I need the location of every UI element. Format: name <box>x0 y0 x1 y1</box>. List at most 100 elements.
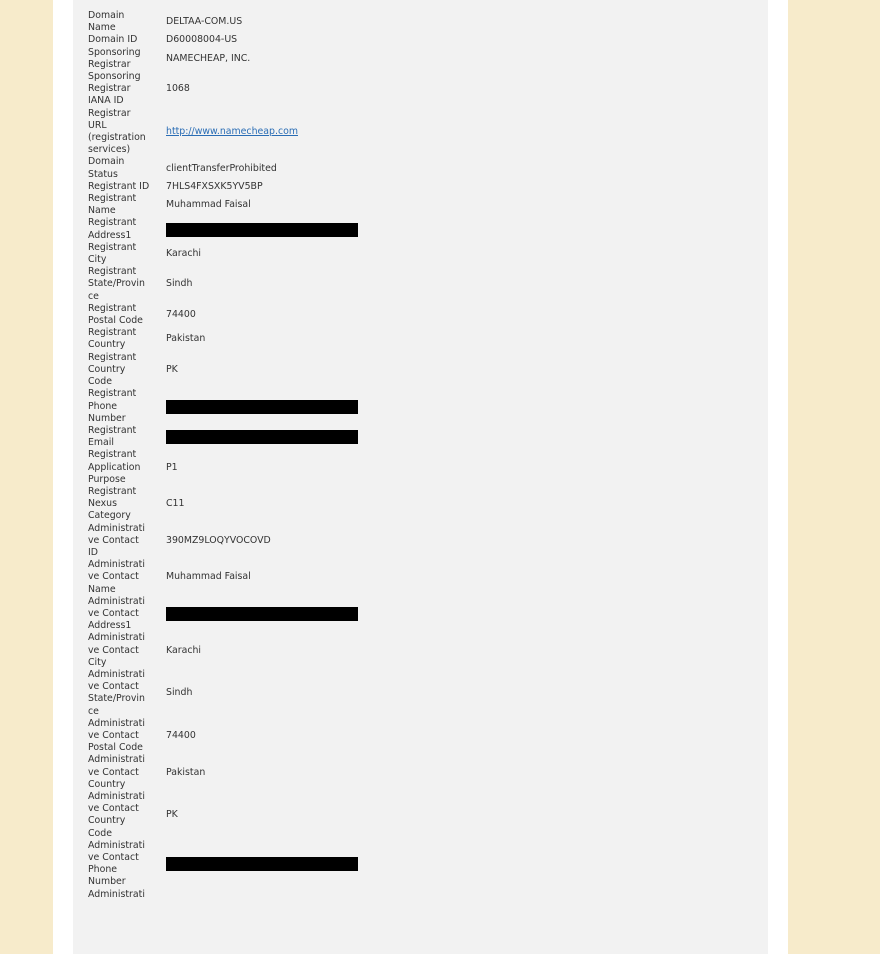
field-value-text: 74400 <box>166 308 196 320</box>
field-label-line: Country <box>88 815 126 827</box>
field-label-line: Postal Code <box>88 315 143 327</box>
field-value: 74400 <box>166 718 358 755</box>
field-label-line: Administrati <box>88 522 145 534</box>
field-value: Sindh <box>166 669 358 718</box>
field-label: Domain ID <box>88 34 166 46</box>
field-label: Administrati ve Contact State/Provin ce <box>88 669 166 718</box>
field-label-line: Code <box>88 827 113 839</box>
field-label-line: ve Contact <box>88 607 139 619</box>
field-label: Sponsoring Registrar IANA ID <box>88 71 166 108</box>
field-label-line: Registrant <box>88 388 137 400</box>
whois-row: Registrant ID 7HLS4FXSXK5YV5BP <box>88 181 358 193</box>
field-label-line: Administrati <box>88 668 145 680</box>
whois-row: Registrant Address1 <box>88 217 358 241</box>
whois-row: Registrant City Karachi <box>88 242 358 266</box>
whois-row: Domain Name DELTAA-COM.US <box>88 10 358 34</box>
field-value-text: Sindh <box>166 687 193 699</box>
field-label: Administrati <box>88 889 166 901</box>
whois-row: Administrati ve Contact Phone Number <box>88 840 358 889</box>
field-label-line: Registrant <box>88 449 137 461</box>
field-value-text: Pakistan <box>166 333 206 345</box>
field-label: Administrati ve Contact City <box>88 632 166 669</box>
whois-row: Sponsoring Registrar IANA ID 1068 <box>88 71 358 108</box>
field-label-line: ve Contact <box>88 852 139 864</box>
whois-row: Registrant Name Muhammad Faisal <box>88 193 358 217</box>
redaction-bar <box>166 222 358 237</box>
field-label-line: ce <box>88 290 99 302</box>
field-label: Administrati ve Contact Address1 <box>88 596 166 633</box>
field-label-line: ID <box>88 546 98 558</box>
field-label-line: ve Contact <box>88 681 139 693</box>
field-label-line: Registrar <box>88 58 131 70</box>
field-label-line: ve Contact <box>88 571 139 583</box>
field-value-text: Pakistan <box>166 766 206 778</box>
field-value: Sindh <box>166 266 358 303</box>
field-label-line: Registrant <box>88 485 137 497</box>
whois-row: Administrati ve Contact ID 390MZ9LOQYVOCOVD <box>88 523 358 560</box>
whois-row: Registrar URL (registration services) http:/… <box>88 108 358 157</box>
whois-record-table: Domain Name DELTAA-COM.US Domain ID D6000800… <box>88 10 358 901</box>
whois-row: Domain Status clientTransferProhibited <box>88 156 358 180</box>
field-label-line: Country <box>88 778 126 790</box>
field-label-line: Domain <box>88 10 125 21</box>
field-value: 390MZ9LOQYVOCOVD <box>166 523 358 560</box>
field-label-line: Administrati <box>88 632 145 644</box>
field-value: PK <box>166 352 358 389</box>
field-label-line: services) <box>88 144 131 156</box>
field-label-line: Phone <box>88 864 118 876</box>
field-label: Administrati ve Contact Postal Code <box>88 718 166 755</box>
field-value: Muhammad Faisal <box>166 559 358 596</box>
whois-row: Sponsoring Registrar NAMECHEAP, INC. <box>88 47 358 71</box>
field-value: P1 <box>166 449 358 486</box>
whois-row: Administrati ve Contact Country Pakistan <box>88 754 358 791</box>
whois-row: Registrant Application Purpose P1 <box>88 449 358 486</box>
field-label-line: Name <box>88 22 116 34</box>
field-value-text: 74400 <box>166 729 196 741</box>
whois-row: Administrati ve Contact Postal Code 74400 <box>88 718 358 755</box>
field-label-line: Name <box>88 583 116 595</box>
field-label: Administrati ve Contact ID <box>88 523 166 560</box>
field-label-line: Registrant ID <box>88 180 150 192</box>
whois-record-body: Domain Name DELTAA-COM.US Domain ID D6000800… <box>88 10 358 901</box>
field-label-line: ve Contact <box>88 729 139 741</box>
field-label-line: Registrant <box>88 217 137 229</box>
redaction-bar <box>166 857 358 872</box>
field-label-line: Administrati <box>88 839 145 851</box>
field-value-text: PK <box>166 363 178 375</box>
field-value: Pakistan <box>166 327 358 351</box>
field-label-line: Sponsoring <box>88 46 141 58</box>
whois-row: Registrant Country Pakistan <box>88 327 358 351</box>
field-label: Registrant Nexus Category <box>88 486 166 523</box>
left-white-gutter <box>53 0 73 954</box>
field-value <box>166 596 358 633</box>
field-value-text: PK <box>166 809 178 821</box>
whois-row: Registrant Country Code PK <box>88 352 358 389</box>
whois-row: Administrati ve Contact Address1 <box>88 596 358 633</box>
field-label-line: (registration <box>88 132 146 144</box>
field-label-line: Email <box>88 437 115 449</box>
registrar-url-link[interactable]: http://www.namecheap.com <box>166 126 298 137</box>
field-label-line: Country <box>88 363 126 375</box>
field-label-line: Postal Code <box>88 742 143 754</box>
field-value <box>166 217 358 241</box>
field-label-line: Address1 <box>88 620 132 632</box>
field-label-line: Domain ID <box>88 34 138 46</box>
field-value: PK <box>166 791 358 840</box>
field-label: Domain Name <box>88 10 166 34</box>
field-label-line: Purpose <box>88 473 126 485</box>
field-label: Domain Status <box>88 156 166 180</box>
field-value: 7HLS4FXSXK5YV5BP <box>166 181 358 193</box>
field-label-line: Administrati <box>88 754 145 766</box>
field-label: Registrant ID <box>88 181 166 193</box>
field-label-line: ve Contact <box>88 534 139 546</box>
field-value-text: D60008004-US <box>166 34 238 46</box>
field-value: C11 <box>166 486 358 523</box>
field-label-line: Domain <box>88 156 125 168</box>
field-label-line: State/Provin <box>88 278 145 290</box>
field-label: Registrant Address1 <box>88 217 166 241</box>
field-label-line: Registrant <box>88 241 137 253</box>
field-label-line: Address1 <box>88 229 132 241</box>
field-label: Registrant Name <box>88 193 166 217</box>
field-value-text: Muhammad Faisal <box>166 571 251 583</box>
field-label: Registrant City <box>88 242 166 266</box>
